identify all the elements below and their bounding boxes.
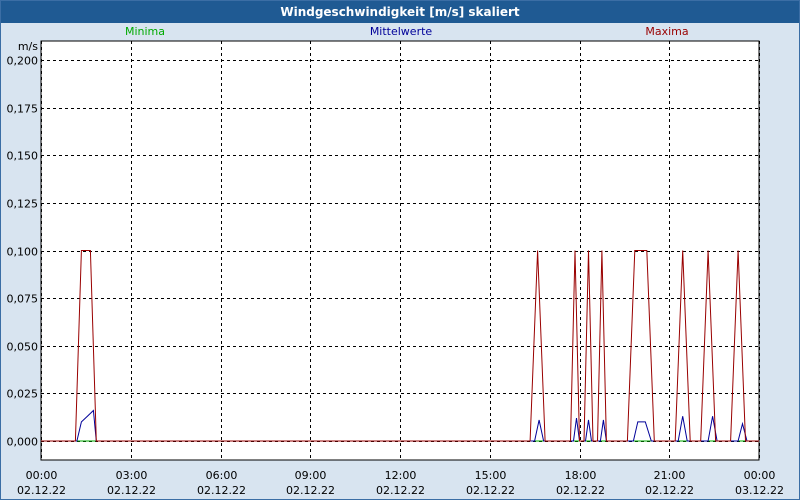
x-tick-date: 02.12.22 — [466, 484, 515, 497]
y-tick-label: 0,175 — [7, 103, 39, 116]
y-tick-label: 0,025 — [7, 388, 39, 401]
x-tick-time: 15:00 — [475, 469, 507, 482]
x-tick-date: 02.12.22 — [197, 484, 246, 497]
x-tick-date: 02.12.22 — [107, 484, 156, 497]
legend-mittelwerte: Mittelwerte — [370, 25, 433, 38]
chart-plot: 0,200 0,175 0,150 0,125 0,100 0,075 0,050 0,025… — [7, 25, 784, 497]
y-tick-label: 0,125 — [7, 198, 39, 211]
x-tick-time: 00:00 — [26, 469, 58, 482]
x-tick-time: 03:00 — [116, 469, 148, 482]
x-tick-time: 00:00 — [744, 469, 776, 482]
legend-minima: Minima — [125, 25, 165, 38]
x-tick-time: 18:00 — [565, 469, 597, 482]
y-tick-label: 0,075 — [7, 293, 39, 306]
x-tick-date: 02.12.22 — [376, 484, 425, 497]
y-tick-label: 0,200 — [7, 55, 39, 68]
x-tick-date: 02.12.22 — [645, 484, 694, 497]
x-tick-time: 09:00 — [295, 469, 327, 482]
y-tick-label: 0,050 — [7, 341, 39, 354]
y-tick-label: 0,000 — [7, 436, 39, 449]
x-tick-time: 06:00 — [206, 469, 238, 482]
x-tick-date: 02.12.22 — [17, 484, 66, 497]
x-tick-time: 12:00 — [385, 469, 417, 482]
y-axis-label: m/s — [18, 40, 38, 53]
x-tick-date: 02.12.22 — [286, 484, 335, 497]
x-tick-date: 02.12.22 — [556, 484, 605, 497]
y-tick-label: 0,100 — [7, 246, 39, 259]
x-tick-time: 21:00 — [654, 469, 686, 482]
y-tick-label: 0,150 — [7, 150, 39, 163]
legend-maxima: Maxima — [645, 25, 688, 38]
x-tick-date: 03.12.22 — [735, 484, 784, 497]
